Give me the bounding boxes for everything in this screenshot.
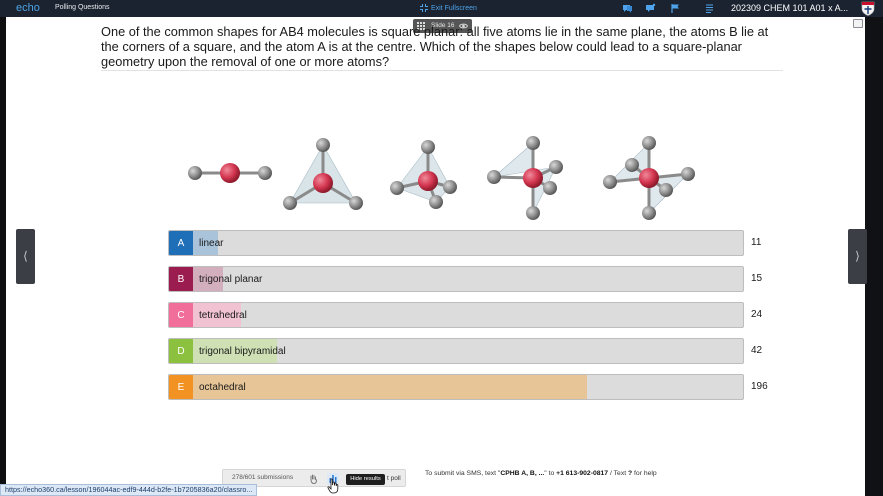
option-letter: D: [169, 339, 193, 363]
sms-text: / Text: [608, 470, 628, 477]
chevron-right-icon: ⟩: [855, 249, 860, 263]
linear-molecule: [188, 163, 272, 183]
option-count: 11: [751, 237, 762, 248]
mouse-pointer-icon: [327, 478, 339, 494]
sms-instructions: To submit via SMS, text "CPHB A, B, ..."…: [425, 470, 657, 477]
sms-text: " to: [544, 470, 557, 477]
exit-fullscreen-button[interactable]: Exit Fullscreen: [420, 4, 477, 12]
trigonal-planar-molecule: [283, 138, 363, 210]
notes-icon[interactable]: [704, 3, 715, 14]
flag-icon[interactable]: [670, 3, 681, 14]
result-bar: [193, 375, 588, 399]
sms-number: +1 613-902-0817: [556, 470, 609, 477]
status-bar-url: https://echo360.ca/lesson/196044ac-edf9-…: [0, 484, 258, 496]
top-bar: echo Polling Questions Exit Fullscreen 2…: [0, 0, 883, 17]
option-label: trigonal planar: [199, 274, 263, 285]
answer-option-b[interactable]: B trigonal planar: [168, 266, 744, 292]
end-poll-button[interactable]: t poll: [387, 475, 401, 482]
option-label: trigonal bipyramidal: [199, 346, 286, 357]
option-label: linear: [199, 238, 224, 249]
university-shield-icon: [861, 1, 875, 16]
option-letter: E: [169, 375, 193, 399]
submission-count: 278/601 submissions: [232, 474, 294, 481]
option-label: octahedral: [199, 382, 246, 393]
chat-icon[interactable]: [622, 3, 633, 14]
answer-option-c[interactable]: C tetrahedral: [168, 302, 744, 328]
previous-slide-button[interactable]: ⟨: [16, 229, 35, 284]
next-slide-button[interactable]: ⟩: [848, 229, 867, 284]
question-text: One of the common shapes for AB4 molecul…: [101, 24, 769, 69]
echo-logo[interactable]: echo: [16, 2, 40, 14]
option-count: 15: [751, 273, 763, 284]
option-count: 42: [751, 345, 763, 356]
answer-option-e[interactable]: E octahedral: [168, 374, 744, 400]
trigonal-bipyramidal-molecule: [487, 136, 563, 220]
chevron-left-icon: ⟨: [23, 249, 28, 263]
right-scroll-rail[interactable]: [865, 17, 883, 496]
answer-option-a[interactable]: A linear: [168, 230, 744, 256]
exit-fullscreen-icon: [420, 4, 428, 12]
option-label: tetrahedral: [199, 310, 247, 321]
exit-fullscreen-label: Exit Fullscreen: [431, 4, 477, 12]
option-letter: C: [169, 303, 193, 327]
sms-text: for help: [632, 470, 657, 477]
slide-thumbnail-icon[interactable]: [853, 19, 863, 28]
option-count: 24: [751, 309, 763, 320]
question-divider: [101, 70, 783, 71]
option-letter: A: [169, 231, 193, 255]
page-subtitle: Polling Questions: [55, 4, 110, 11]
sms-code: CPHB A, B, ...: [500, 470, 545, 477]
answer-option-d[interactable]: D trigonal bipyramidal: [168, 338, 744, 364]
molecule-illustrations: [188, 136, 695, 220]
octahedral-molecule: [603, 136, 695, 220]
tetrahedral-molecule: [390, 140, 457, 209]
slide-stage: [6, 17, 865, 496]
raise-hand-icon[interactable]: [309, 474, 318, 484]
question-icon[interactable]: [645, 3, 656, 14]
option-letter: B: [169, 267, 193, 291]
option-count: 196: [751, 381, 768, 392]
course-title[interactable]: 202309 CHEM 101 A01 x A...: [731, 3, 848, 13]
hide-results-tooltip: Hide results: [346, 474, 385, 485]
sms-text: To submit via SMS, text ": [425, 470, 501, 477]
